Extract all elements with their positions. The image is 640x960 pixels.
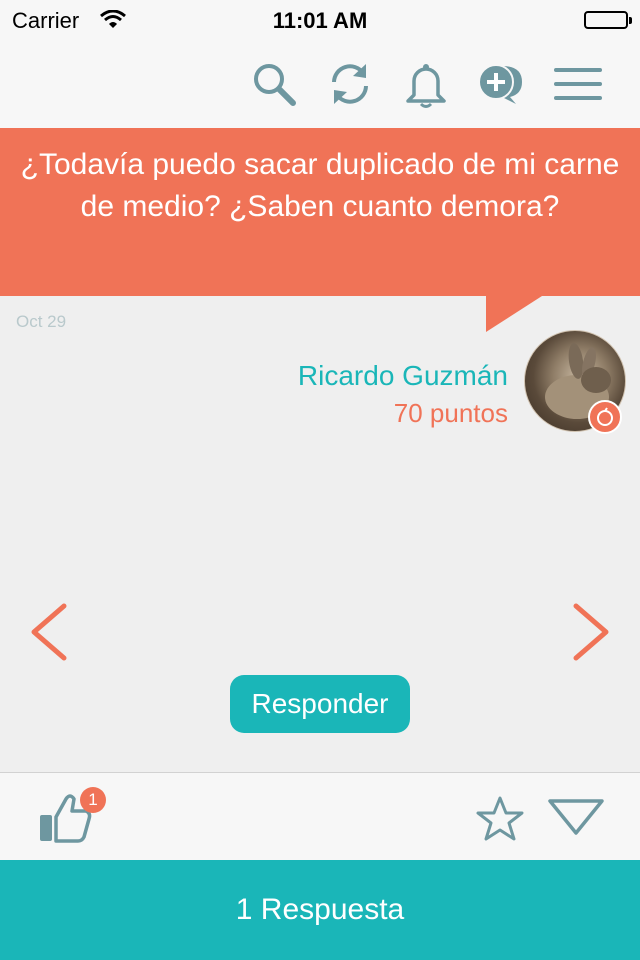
new-question-icon bbox=[478, 64, 522, 104]
chevron-right-icon bbox=[573, 603, 609, 661]
chevron-left-icon bbox=[31, 603, 67, 661]
new-question-button[interactable] bbox=[474, 58, 530, 110]
favorite-button[interactable] bbox=[474, 795, 526, 843]
previous-question-button[interactable] bbox=[26, 602, 70, 662]
refresh-icon bbox=[332, 64, 368, 104]
speech-bubble-tail bbox=[486, 296, 542, 332]
bell-icon bbox=[406, 64, 446, 108]
apple-icon bbox=[588, 400, 622, 434]
clock: 11:01 AM bbox=[272, 8, 368, 33]
author-name[interactable]: Ricardo Guzmán bbox=[298, 360, 508, 392]
reply-button[interactable]: Responder bbox=[230, 675, 410, 733]
status-bar: Carrier 11:01 AM bbox=[0, 0, 640, 40]
notifications-button[interactable] bbox=[398, 58, 454, 110]
next-question-button[interactable] bbox=[570, 602, 614, 662]
action-toolbar: 1 bbox=[0, 772, 640, 861]
star-icon bbox=[476, 796, 524, 841]
answers-button[interactable]: 1 Respuesta bbox=[0, 860, 640, 960]
menu-icon bbox=[554, 68, 602, 100]
like-count-badge: 1 bbox=[80, 787, 106, 813]
search-button[interactable] bbox=[246, 58, 302, 110]
battery-icon bbox=[584, 11, 632, 29]
question-date: Oct 29 bbox=[16, 312, 67, 331]
downvote-button[interactable] bbox=[546, 797, 606, 837]
triangle-down-icon bbox=[548, 799, 604, 835]
menu-button[interactable] bbox=[550, 58, 606, 110]
top-navigation-bar bbox=[0, 40, 640, 129]
refresh-button[interactable] bbox=[322, 58, 378, 110]
question-text: ¿Todavía puedo sacar duplicado de mi car… bbox=[0, 128, 640, 296]
author-points: 70 puntos bbox=[393, 398, 508, 428]
search-icon bbox=[254, 64, 296, 106]
